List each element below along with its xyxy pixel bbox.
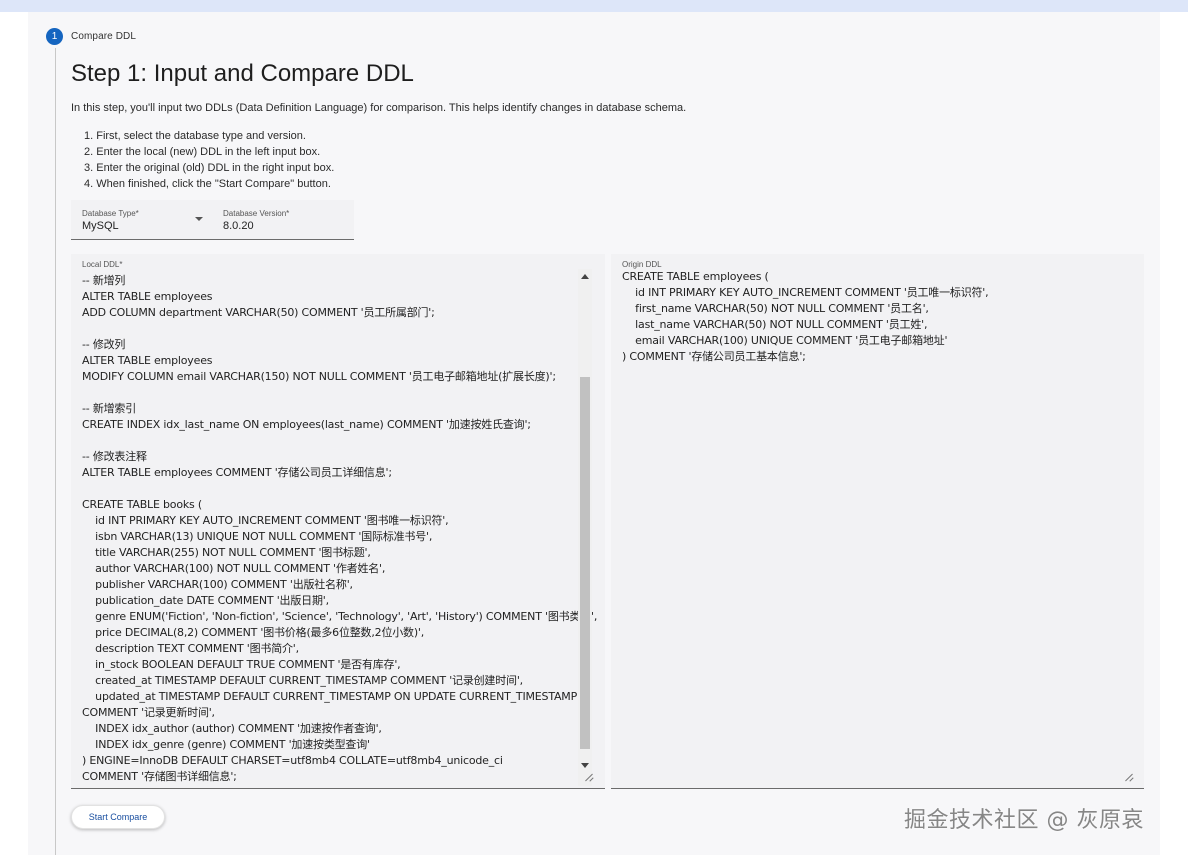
code-line: id INT PRIMARY KEY AUTO_INCREMENT COMMEN… <box>82 514 449 527</box>
instruction-item: 3. Enter the original (old) DDL in the r… <box>84 162 335 174</box>
code-line: INDEX idx_author (author) COMMENT '加速按作者… <box>82 722 382 735</box>
start-compare-button[interactable]: Start Compare <box>71 805 165 829</box>
stepper-header[interactable]: 1 Compare DDL <box>46 27 136 45</box>
code-line: ALTER TABLE employees COMMENT '存储公司员工详细信… <box>82 466 392 479</box>
code-line: title VARCHAR(255) NOT NULL COMMENT '图书标… <box>82 546 371 559</box>
resize-handle-icon[interactable] <box>584 773 593 782</box>
origin-ddl-label: Origin DDL <box>622 260 662 269</box>
code-line: email VARCHAR(100) UNIQUE COMMENT '员工电子邮… <box>622 334 948 347</box>
database-type-select[interactable]: Database Type* MySQL <box>71 200 211 240</box>
instruction-item: 4. When finished, click the "Start Compa… <box>84 178 331 190</box>
database-version-value: 8.0.20 <box>223 220 254 232</box>
code-line: INDEX idx_genre (genre) COMMENT '加速按类型查询… <box>82 738 370 751</box>
stepper-connector-line <box>55 48 56 855</box>
code-line: id INT PRIMARY KEY AUTO_INCREMENT COMMEN… <box>622 286 989 299</box>
dropdown-arrow-icon <box>195 217 203 221</box>
code-line: ) ENGINE=InnoDB DEFAULT CHARSET=utf8mb4 … <box>82 754 503 767</box>
code-line: updated_at TIMESTAMP DEFAULT CURRENT_TIM… <box>82 690 578 703</box>
code-line: ALTER TABLE employees <box>82 354 213 367</box>
step-number-badge: 1 <box>46 27 63 45</box>
code-line: price DECIMAL(8,2) COMMENT '图书价格(最多6位整数,… <box>82 626 425 639</box>
database-version-label: Database Version* <box>223 209 290 218</box>
code-line: ) COMMENT '存储公司员工基本信息'; <box>622 350 806 363</box>
local-ddl-textarea[interactable]: Local DDL* -- 新增列 ALTER TABLE employees AD… <box>71 254 605 789</box>
instruction-list: 1. First, select the database type and v… <box>84 128 334 192</box>
code-line: first_name VARCHAR(50) NOT NULL COMMENT … <box>622 302 929 315</box>
database-version-input[interactable]: Database Version* 8.0.20 <box>212 200 354 240</box>
code-line: ALTER TABLE employees <box>82 290 213 303</box>
database-type-label: Database Type* <box>82 209 139 218</box>
code-line: COMMENT '存储图书详细信息'; <box>82 770 237 783</box>
code-line: CREATE TABLE employees ( <box>622 270 769 283</box>
database-selector-row: Database Type* MySQL Database Version* 8… <box>71 200 354 240</box>
code-line: author VARCHAR(100) NOT NULL COMMENT '作者… <box>82 562 386 575</box>
page-title: Step 1: Input and Compare DDL <box>71 60 414 87</box>
code-line: genre ENUM('Fiction', 'Non-fiction', 'Sc… <box>82 610 598 623</box>
origin-ddl-textarea[interactable]: Origin DDL CREATE TABLE employees ( id I… <box>611 254 1144 789</box>
scroll-thumb[interactable] <box>580 377 590 749</box>
intro-text: In this step, you'll input two DDLs (Dat… <box>71 102 687 114</box>
local-ddl-content[interactable]: -- 新增列 ALTER TABLE employees ADD COLUMN de… <box>82 273 597 785</box>
code-line: last_name VARCHAR(50) NOT NULL COMMENT '… <box>622 318 928 331</box>
code-line: publication_date DATE COMMENT '出版日期', <box>82 594 329 607</box>
local-ddl-label: Local DDL* <box>82 260 123 269</box>
scroll-down-arrow-icon[interactable] <box>581 763 589 768</box>
code-line: isbn VARCHAR(13) UNIQUE NOT NULL COMMENT… <box>82 530 433 543</box>
instruction-item: 2. Enter the local (new) DDL in the left… <box>84 146 321 158</box>
code-line: -- 新增列 <box>82 274 126 287</box>
instruction-item: 1. First, select the database type and v… <box>84 130 306 142</box>
database-type-value: MySQL <box>82 220 119 232</box>
code-line: -- 新增索引 <box>82 402 137 415</box>
code-line: -- 修改列 <box>82 338 126 351</box>
resize-handle-icon[interactable] <box>1124 773 1133 782</box>
watermark: 掘金技术社区 @ 灰原哀 <box>904 808 1144 833</box>
code-line: in_stock BOOLEAN DEFAULT TRUE COMMENT '是… <box>82 658 401 671</box>
scroll-up-arrow-icon[interactable] <box>581 274 589 279</box>
code-line: created_at TIMESTAMP DEFAULT CURRENT_TIM… <box>82 674 523 687</box>
step-label: Compare DDL <box>71 30 137 42</box>
top-app-bar <box>0 0 1188 12</box>
code-line: COMMENT '记录更新时间', <box>82 706 215 719</box>
code-line: MODIFY COLUMN email VARCHAR(150) NOT NUL… <box>82 370 556 383</box>
code-line: CREATE TABLE books ( <box>82 498 202 511</box>
code-line: description TEXT COMMENT '图书简介', <box>82 642 299 655</box>
code-line: CREATE INDEX idx_last_name ON employees(… <box>82 418 531 431</box>
code-line: ADD COLUMN department VARCHAR(50) COMMEN… <box>82 306 435 319</box>
origin-ddl-content[interactable]: CREATE TABLE employees ( id INT PRIMARY … <box>622 269 989 365</box>
code-line: publisher VARCHAR(100) COMMENT '出版社名称', <box>82 578 353 591</box>
local-ddl-scrollbar[interactable] <box>578 269 592 786</box>
code-line: -- 修改表注释 <box>82 450 147 463</box>
